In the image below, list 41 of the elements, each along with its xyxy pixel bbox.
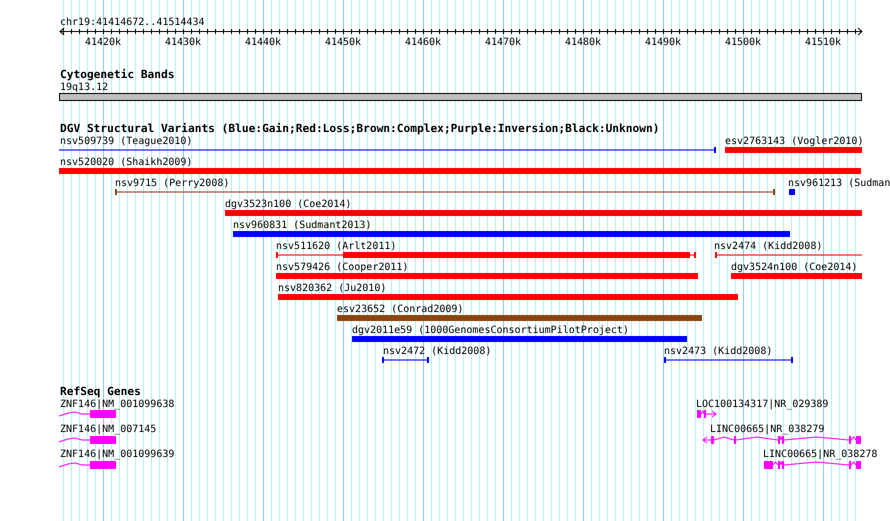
tick-label: 41440k — [244, 37, 282, 48]
gene-label: LINC00665|NR_038279 — [710, 424, 824, 435]
feature-label: nsv520020 (Shaikh2009) — [60, 157, 192, 168]
tick-label: 41470k — [484, 37, 522, 48]
gene-label: LOC100134317|NR_029389 — [696, 399, 828, 410]
feature-label: nsv820362 (Ju2010) — [278, 283, 386, 294]
tick-label: 41500k — [724, 37, 762, 48]
feature-label: dgv3523n100 (Coe2014) — [225, 199, 352, 210]
feature-label: nsv960831 (Sudmant2013) — [233, 220, 372, 231]
feature-label: nsv2473 (Kidd2008) — [664, 346, 772, 357]
track-title: RefSeq Genes — [60, 385, 141, 398]
feature-label: nsv511620 (Arlt2011) — [276, 241, 396, 252]
location-label: chr19:41414672..41514434 — [60, 17, 204, 28]
gene-model-drawing — [58, 461, 116, 469]
feature-label: dgv3524n100 (Coe2014) — [731, 262, 858, 273]
tick-label: 41490k — [644, 37, 682, 48]
gene-label: LINC00665|NR_038278 — [763, 449, 878, 460]
tick-label: 41480k — [564, 37, 602, 48]
feature-label: esv23652 (Conrad2009) — [337, 304, 464, 315]
feature-label: dgv2011e59 (1000GenomesConsortiumPilotProject) — [352, 325, 629, 336]
band-label: 19q13.12 — [60, 82, 108, 93]
tick-label: 41460k — [404, 37, 442, 48]
feature-label: nsv579426 (Cooper2011) — [276, 262, 408, 273]
gene-label: ZNF146|NM_001099638 — [60, 399, 174, 410]
track-title: Cytogenetic Bands — [60, 68, 175, 81]
feature-label: esv2763143 (Vogler2010) — [725, 136, 864, 147]
tick-label: 41450k — [324, 37, 362, 48]
gene-model-drawing — [58, 436, 116, 444]
gene-label: ZNF146|NM_007145 — [60, 424, 156, 435]
gene-model-drawing — [58, 410, 116, 418]
feature-label: nsv9715 (Perry2008) — [115, 178, 230, 189]
gene-model-drawing — [697, 410, 717, 418]
tick-label: 41420k — [84, 37, 122, 48]
feature-label: nsv2474 (Kidd2008) — [714, 241, 822, 252]
tick-label: 41510k — [804, 37, 842, 48]
gene-label: ZNF146|NM_001099639 — [60, 449, 174, 460]
tick-label: 41430k — [164, 37, 202, 48]
feature-label: nsv509739 (Teague2010) — [60, 136, 192, 147]
feature-label: nsv961213 (Sudman — [788, 178, 890, 189]
track-title: DGV Structural Variants (Blue:Gain;Red:Loss;Brown:Complex;Purple:Inversion;Black:Unknown) — [60, 122, 660, 135]
feature-label: nsv2472 (Kidd2008) — [383, 346, 492, 357]
